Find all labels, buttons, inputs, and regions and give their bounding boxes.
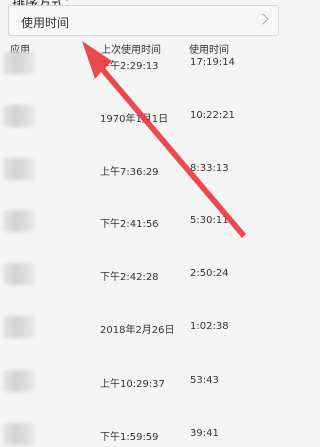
sort-dropdown[interactable]: 使用时间 xyxy=(8,5,279,36)
last-used-time: 下午2:29:13 xyxy=(100,61,159,72)
blurred-app-name xyxy=(3,263,35,285)
blurred-app-name xyxy=(3,423,35,445)
column-header-last-used: 上次使用时间 xyxy=(101,45,161,56)
usage-time: 1:02:38 xyxy=(190,321,229,332)
table-row[interactable]: 上午10:29:37 53:43 xyxy=(0,370,301,394)
usage-time: 10:22:21 xyxy=(190,110,235,121)
last-used-time: 1970年1月1日 xyxy=(100,114,169,125)
table-row[interactable]: 上午7:36:29 8:33:13 xyxy=(0,158,301,182)
usage-time: 53:43 xyxy=(190,375,219,386)
table-row[interactable]: 下午2:29:13 17:19:14 xyxy=(0,52,301,76)
usage-time: 8:33:13 xyxy=(190,163,229,174)
table-row[interactable]: 下午2:41:56 5:30:11 xyxy=(0,210,301,234)
table-row[interactable]: 下午2:42:28 2:50:24 xyxy=(0,263,301,287)
table-row[interactable]: 1970年1月1日 10:22:21 xyxy=(0,105,301,129)
blurred-app-name xyxy=(3,316,35,338)
chevron-right-icon xyxy=(257,13,269,25)
last-used-time: 下午1:59:59 xyxy=(100,432,159,443)
last-used-time: 下午2:41:56 xyxy=(100,219,159,230)
blurred-app-name xyxy=(3,105,35,127)
last-used-time: 上午10:29:37 xyxy=(100,379,165,390)
column-header-usage-time: 使用时间 xyxy=(189,45,229,56)
table-row[interactable]: 下午1:59:59 39:41 xyxy=(0,423,301,447)
usage-time: 17:19:14 xyxy=(190,57,235,68)
usage-time: 39:41 xyxy=(190,428,219,439)
blurred-app-name xyxy=(3,210,35,232)
last-used-time: 2018年2月26日 xyxy=(100,325,175,336)
blurred-app-name xyxy=(3,52,35,74)
last-used-time: 上午7:36:29 xyxy=(100,167,159,178)
usage-time: 2:50:24 xyxy=(190,268,229,279)
table-row[interactable]: 2018年2月26日 1:02:38 xyxy=(0,316,301,340)
blurred-app-name xyxy=(3,370,35,392)
usage-time: 5:30:11 xyxy=(190,215,229,226)
last-used-time: 下午2:42:28 xyxy=(100,272,159,283)
blurred-app-name xyxy=(3,158,35,180)
sort-value: 使用时间 xyxy=(21,16,70,30)
